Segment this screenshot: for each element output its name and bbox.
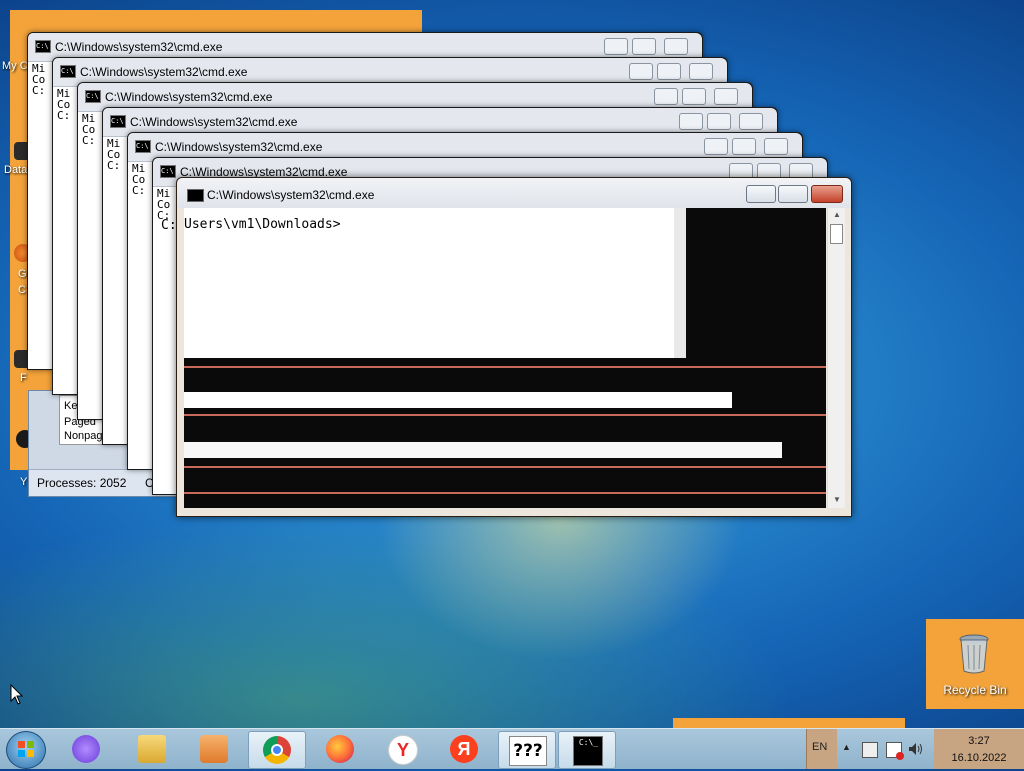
desktop-icon-label[interactable]: Y [20, 476, 27, 488]
cmd-icon: C:\ [85, 90, 101, 103]
cmd-icon: C:\ [35, 40, 51, 53]
close-button[interactable] [811, 185, 843, 203]
nonpaged-label: Nonpag [64, 430, 103, 442]
yandex-icon: Я [450, 735, 478, 763]
console-text: Mi Co C: [82, 113, 96, 146]
console-drive-letter: C: [161, 218, 177, 233]
console-text: Mi Co C: [157, 188, 171, 221]
taskbar-alice-button[interactable] [58, 731, 114, 767]
taskbar-media-button[interactable] [186, 731, 242, 767]
console-text: Mi Co C: [107, 138, 121, 171]
taskbar-cmd-button[interactable]: C:\_ [558, 731, 616, 769]
taskbar-explorer-button[interactable] [124, 731, 180, 767]
vertical-scrollbar[interactable]: ▲ ▼ [827, 208, 845, 508]
cmd-icon: C:\ [160, 165, 176, 178]
network-icon[interactable] [862, 742, 878, 758]
yandex-browser-icon: Y [388, 735, 418, 765]
processes-count: Processes: 2052 [37, 476, 127, 490]
cmd-icon [187, 189, 204, 202]
taskbar-yandex-browser-button[interactable]: Y [374, 731, 430, 767]
media-player-icon [200, 735, 228, 763]
console-area[interactable]: Users\vm1\Downloads> [184, 208, 826, 508]
alice-icon [72, 735, 100, 763]
maximize-button[interactable] [682, 88, 706, 105]
taskbar-unknown-app-button[interactable]: ??? [498, 731, 556, 769]
taskbar-yandex-button[interactable]: Я [436, 731, 492, 767]
maximize-button[interactable] [632, 38, 656, 55]
question-marks-icon: ??? [509, 736, 547, 766]
folder-icon [138, 735, 166, 763]
close-button[interactable] [739, 113, 763, 130]
window-title: C:\Windows\system32\cmd.exe [207, 188, 375, 202]
recycle-bin-icon [959, 634, 989, 674]
clock-time: 3:27 [968, 735, 990, 747]
window-title: C:\Windows\system32\cmd.exe [130, 115, 298, 129]
stacked-console [184, 392, 732, 408]
firefox-icon [326, 735, 354, 763]
stacked-console [184, 442, 782, 458]
scroll-up-arrow-icon[interactable]: ▲ [833, 210, 841, 219]
minimize-button[interactable] [704, 138, 728, 155]
cmd-icon: C:\ [60, 65, 76, 78]
window-edge [184, 414, 826, 416]
cmd-icon: C:\_ [573, 736, 603, 766]
window-title: C:\Windows\system32\cmd.exe [55, 40, 223, 54]
cmd-window-active[interactable]: C:\Windows\system32\cmd.exe C: Users\vm1… [161, 177, 852, 517]
mouse-cursor-icon [10, 684, 24, 705]
maximize-button[interactable] [778, 185, 808, 203]
console-screen[interactable]: Users\vm1\Downloads> [184, 208, 674, 358]
recycle-bin-shortcut[interactable]: Recycle Bin [926, 619, 1024, 709]
minimize-button[interactable] [679, 113, 703, 130]
window-edge [184, 466, 826, 468]
recycle-bin-label: Recycle Bin [943, 683, 1007, 697]
window-title: C:\Windows\system32\cmd.exe [105, 90, 273, 104]
tray-expand-icon[interactable]: ▲ [842, 742, 856, 756]
kernel-label: Ke [64, 400, 78, 412]
start-button[interactable] [6, 731, 46, 769]
volume-icon[interactable] [908, 742, 922, 756]
close-button[interactable] [714, 88, 738, 105]
console-prompt: Users\vm1\Downloads> [184, 217, 341, 232]
language-indicator[interactable]: EN [806, 729, 837, 769]
desktop-icon-label[interactable]: C [18, 284, 26, 296]
cmd-icon: C:\ [135, 140, 151, 153]
action-center-icon[interactable] [886, 742, 904, 760]
console-text: Mi Co C: [57, 88, 71, 121]
chrome-icon [263, 736, 291, 764]
minimize-button[interactable] [746, 185, 776, 203]
scroll-thumb[interactable] [830, 224, 843, 244]
maximize-button[interactable] [707, 113, 731, 130]
system-clock[interactable]: 3:27 16.10.2022 [934, 729, 1024, 769]
desktop-icon-label[interactable]: F [20, 372, 27, 384]
language-code: EN [812, 741, 828, 753]
window-title: C:\Windows\system32\cmd.exe [80, 65, 248, 79]
console-text: Mi Co C: [32, 63, 46, 96]
close-button[interactable] [764, 138, 788, 155]
clock-date: 16.10.2022 [951, 752, 1007, 764]
windows-logo-icon [18, 741, 34, 757]
desktop-icon-label[interactable]: Data [4, 164, 27, 176]
minimize-button[interactable] [654, 88, 678, 105]
console-text: Mi Co C: [132, 163, 146, 196]
taskbar-firefox-button[interactable] [312, 731, 368, 767]
inner-scrollbar[interactable] [674, 208, 686, 358]
desktop-icon-label[interactable]: My C [2, 60, 28, 72]
taskbar: Y Я ??? C:\_ EN ▲ 3:27 16.10.2022 [0, 728, 1024, 769]
cmd-icon: C:\ [110, 115, 126, 128]
window-edge [184, 492, 826, 494]
scroll-down-arrow-icon[interactable]: ▼ [833, 495, 841, 504]
close-button[interactable] [664, 38, 688, 55]
maximize-button[interactable] [657, 63, 681, 80]
title-bar[interactable]: C:\Windows\system32\cmd.exe [177, 178, 851, 208]
minimize-button[interactable] [604, 38, 628, 55]
window-title: C:\Windows\system32\cmd.exe [155, 140, 323, 154]
taskbar-chrome-button[interactable] [248, 731, 306, 769]
close-button[interactable] [689, 63, 713, 80]
window-edge [184, 366, 826, 368]
desktop-icon-label[interactable]: G [18, 268, 27, 280]
maximize-button[interactable] [732, 138, 756, 155]
minimize-button[interactable] [629, 63, 653, 80]
